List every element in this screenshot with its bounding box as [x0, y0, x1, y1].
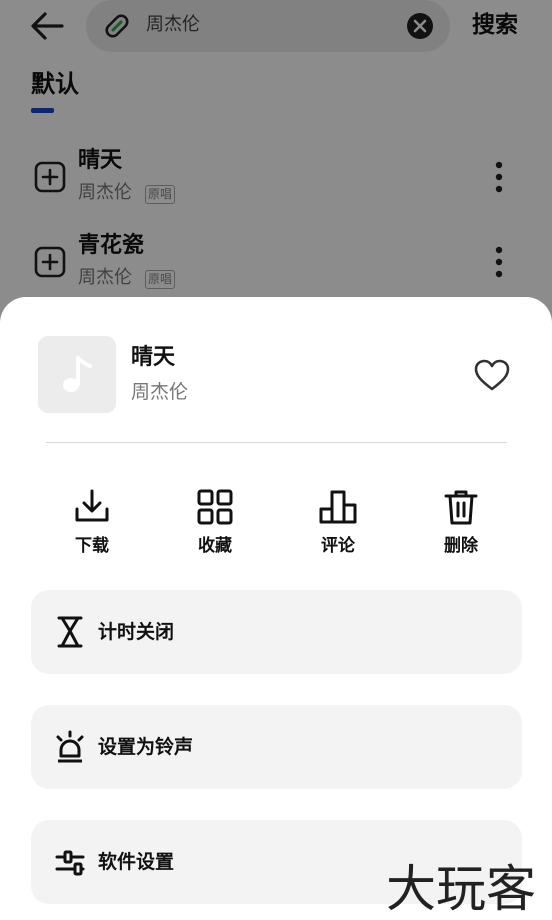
delete-label: 删除	[444, 536, 478, 556]
timer-close-label: 计时关闭	[98, 621, 175, 643]
album-cover	[38, 336, 116, 413]
alarm-bell-icon	[56, 730, 84, 763]
set-ringtone-item[interactable]: 设置为铃声	[31, 705, 522, 789]
divider	[46, 442, 507, 443]
podium-icon	[319, 490, 357, 524]
timer-close-item[interactable]: 计时关闭	[31, 590, 522, 674]
heart-icon[interactable]	[472, 357, 512, 393]
settings-sliders-icon	[55, 850, 85, 876]
download-button[interactable]: 下载	[47, 487, 137, 567]
app-settings-label: 软件设置	[98, 851, 175, 873]
sheet-song-artist: 周杰伦	[131, 381, 189, 403]
download-label: 下载	[75, 536, 109, 556]
comment-button[interactable]: 评论	[293, 487, 383, 567]
set-ringtone-label: 设置为铃声	[98, 736, 194, 758]
collect-button[interactable]: 收藏	[170, 487, 260, 567]
music-note-icon	[63, 355, 92, 392]
comment-label: 评论	[321, 536, 355, 556]
collect-label: 收藏	[198, 536, 232, 556]
delete-button[interactable]: 删除	[416, 487, 506, 567]
song-options-sheet: 晴天 周杰伦 下载 收藏 评论 删除 计时关闭 设置为铃声 软件设置	[0, 297, 552, 920]
grid-icon	[197, 489, 233, 525]
watermark-logo: 大玩客	[386, 860, 536, 916]
download-icon	[75, 489, 109, 522]
watermark-text: 大玩客	[386, 860, 536, 916]
sheet-song-title: 晴天	[131, 345, 176, 370]
hourglass-icon	[57, 616, 83, 648]
trash-icon	[444, 490, 478, 525]
